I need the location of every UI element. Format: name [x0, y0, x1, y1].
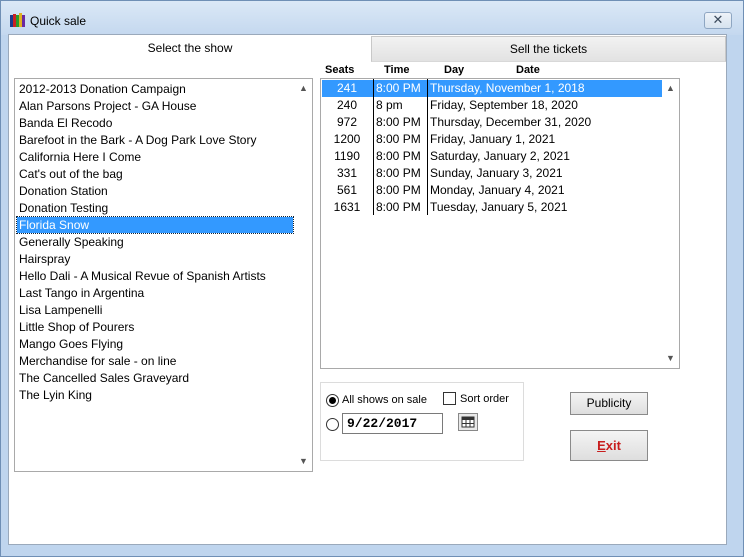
list-item[interactable]: Merchandise for sale - on line [17, 353, 293, 369]
all-shows-radio[interactable] [326, 394, 339, 407]
calendar-button[interactable] [458, 413, 478, 431]
cell-seats: 561 [336, 183, 358, 197]
cell-time: 8:00 PM [376, 183, 421, 197]
column-header-date[interactable]: Date [516, 64, 540, 76]
list-item[interactable]: Florida Snow [16, 216, 294, 234]
cell-seats: 240 [336, 98, 358, 112]
cell-date: Friday, September 18, 2020 [430, 98, 578, 112]
list-item[interactable]: Lisa Lampenelli [17, 302, 293, 318]
performance-grid-scrollbar[interactable]: ▲ ▼ [662, 79, 679, 368]
list-item[interactable]: Hello Dali - A Musical Revue of Spanish … [17, 268, 293, 284]
sort-order-checkbox[interactable] [443, 392, 456, 405]
list-item[interactable]: Generally Speaking [17, 234, 293, 250]
exit-button[interactable]: Exit [570, 430, 648, 461]
list-item[interactable]: The Cancelled Sales Graveyard [17, 370, 293, 386]
filter-group: All shows on sale Sort order 9/22/2017 [320, 382, 524, 461]
cell-time: 8:00 PM [376, 166, 421, 180]
publicity-button[interactable]: Publicity [570, 392, 648, 415]
cell-time: 8:00 PM [376, 81, 421, 95]
list-item[interactable]: 2012-2013 Donation Campaign [17, 81, 293, 97]
quick-sale-window: Quick sale ✕ Select the show Sell the ti… [0, 0, 744, 557]
list-item[interactable]: Donation Testing [17, 200, 293, 216]
scroll-up-arrow-icon[interactable]: ▲ [664, 82, 677, 95]
cell-time: 8:00 PM [376, 200, 421, 214]
cell-time: 8 pm [376, 98, 403, 112]
list-item[interactable]: Hairspray [17, 251, 293, 267]
date-filter-radio[interactable] [326, 418, 339, 431]
list-item[interactable]: Barefoot in the Bark - A Dog Park Love S… [17, 132, 293, 148]
cell-seats: 1631 [333, 200, 361, 214]
scroll-down-arrow-icon[interactable]: ▼ [297, 455, 310, 468]
tab-sell-the-tickets[interactable]: Sell the tickets [371, 36, 726, 62]
scroll-up-arrow-icon[interactable]: ▲ [297, 82, 310, 95]
close-icon: ✕ [712, 12, 724, 27]
list-item[interactable]: California Here I Come [17, 149, 293, 165]
column-header-day[interactable]: Day [444, 64, 464, 76]
show-list[interactable]: ▲ ▼ 2012-2013 Donation Campaign Alan Pars… [14, 78, 313, 472]
cell-seats: 241 [336, 81, 358, 95]
exit-label: xit [605, 438, 621, 453]
cell-seats: 331 [336, 166, 358, 180]
list-item[interactable]: Donation Station [17, 183, 293, 199]
column-divider [373, 79, 374, 215]
calendar-icon [461, 416, 475, 428]
exit-accelerator: E [597, 438, 606, 453]
close-button[interactable]: ✕ [704, 12, 732, 29]
cell-date: Thursday, November 1, 2018 [430, 81, 585, 95]
performance-grid[interactable]: 1631 8:00 PM Tuesday, January 5, 2021 561 8:… [320, 78, 680, 369]
list-item[interactable]: Cat's out of the bag [17, 166, 293, 182]
cell-date: Friday, January 1, 2021 [430, 132, 556, 146]
show-list-scrollbar[interactable]: ▲ ▼ [295, 79, 312, 471]
list-item[interactable]: Mango Goes Flying [17, 336, 293, 352]
cell-date: Tuesday, January 5, 2021 [430, 200, 568, 214]
sort-order-label: Sort order [460, 393, 509, 405]
title-bar: Quick sale ✕ [1, 1, 743, 35]
all-shows-label: All shows on sale [342, 394, 427, 406]
cell-seats: 1190 [334, 149, 360, 163]
cell-date: Sunday, January 3, 2021 [430, 166, 563, 180]
window-title: Quick sale [30, 14, 87, 28]
list-item[interactable]: Little Shop of Pourers [17, 319, 293, 335]
column-header-time[interactable]: Time [384, 64, 409, 76]
list-item[interactable]: Alan Parsons Project - GA House [17, 98, 293, 114]
tab-select-the-show[interactable]: Select the show [9, 35, 371, 61]
list-item[interactable]: Last Tango in Argentina [17, 285, 293, 301]
list-item[interactable]: The Lyin King [17, 387, 293, 403]
cell-date: Monday, January 4, 2021 [430, 183, 565, 197]
column-header-seats[interactable]: Seats [325, 64, 354, 76]
cell-seats: 972 [336, 115, 358, 129]
start-date-field[interactable]: 9/22/2017 [342, 413, 443, 434]
cell-date: Saturday, January 2, 2021 [430, 149, 570, 163]
app-icon [10, 13, 25, 27]
scroll-down-arrow-icon[interactable]: ▼ [664, 352, 677, 365]
cell-time: 8:00 PM [376, 149, 421, 163]
list-item[interactable]: Banda El Recodo [17, 115, 293, 131]
cell-date: Thursday, December 31, 2020 [430, 115, 592, 129]
column-divider [427, 79, 428, 215]
client-area: Select the show Sell the tickets ▲ ▼ 201… [8, 34, 727, 545]
cell-time: 8:00 PM [376, 132, 421, 146]
cell-time: 8:00 PM [376, 115, 421, 129]
cell-seats: 1200 [333, 132, 361, 146]
